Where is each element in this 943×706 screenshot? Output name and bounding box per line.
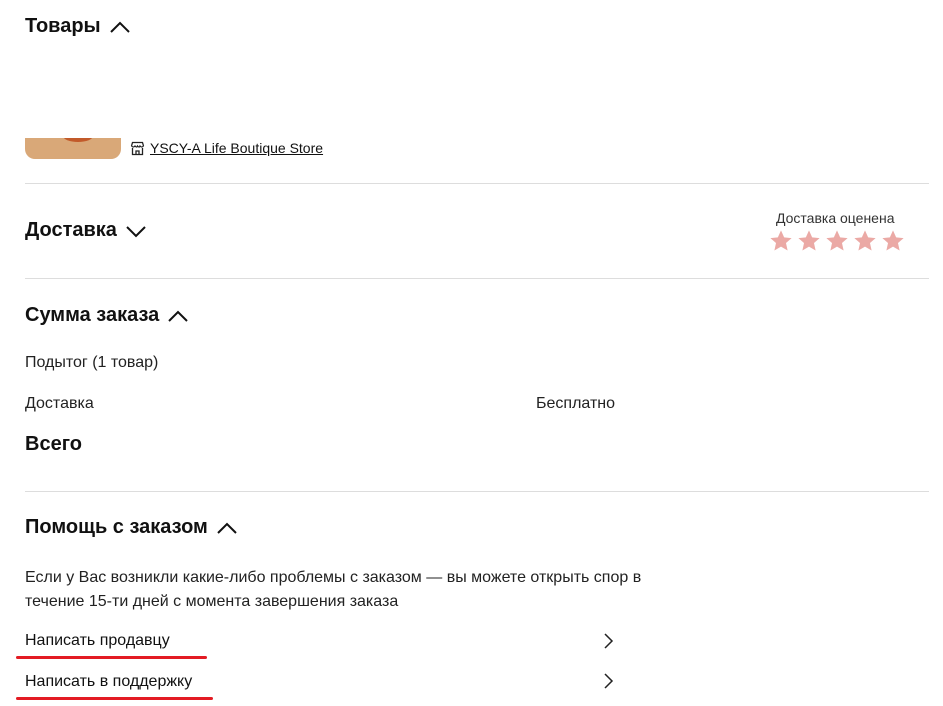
chevron-up-icon[interactable] — [109, 20, 131, 34]
help-section-header[interactable]: Помощь с заказом — [25, 516, 238, 539]
total-label: Всего — [25, 433, 82, 455]
star-icon[interactable] — [852, 228, 878, 254]
chevron-up-icon[interactable] — [167, 309, 189, 323]
shipping-label: Доставка — [25, 395, 94, 412]
product-thumbnail[interactable] — [25, 138, 121, 159]
subtotal-label: Подытог (1 товар) — [25, 354, 159, 371]
highlight-underline — [16, 697, 213, 700]
help-section-title: Помощь с заказом — [25, 516, 208, 538]
divider — [25, 491, 929, 492]
contact-seller-link[interactable]: Написать продавцу — [25, 632, 170, 650]
store-link[interactable]: YSCY-A Life Boutique Store — [150, 140, 323, 156]
chevron-down-icon[interactable] — [125, 224, 147, 238]
chevron-up-icon[interactable] — [216, 521, 238, 535]
star-icon[interactable] — [768, 228, 794, 254]
chevron-right-icon[interactable] — [602, 633, 614, 649]
delivery-rating-stars — [768, 228, 908, 254]
order-sum-section-header[interactable]: Сумма заказа — [25, 304, 189, 327]
delivery-rating-label: Доставка оценена — [776, 210, 895, 226]
delivery-section-header[interactable]: Доставка — [25, 219, 147, 242]
star-icon[interactable] — [880, 228, 906, 254]
store-icon — [130, 141, 145, 156]
divider — [25, 278, 929, 279]
store-row: YSCY-A Life Boutique Store — [130, 140, 323, 156]
delivery-section-title: Доставка — [25, 219, 117, 241]
shipping-value: Бесплатно — [536, 395, 616, 412]
products-section-title: Товары — [25, 15, 101, 37]
order-sum-section-title: Сумма заказа — [25, 304, 160, 326]
contact-support-link[interactable]: Написать в поддержку — [25, 673, 192, 691]
help-description: Если у Вас возникли какие-либо проблемы … — [25, 569, 642, 610]
products-section-header[interactable]: Товары — [25, 15, 131, 38]
chevron-right-icon[interactable] — [602, 673, 614, 689]
star-icon[interactable] — [796, 228, 822, 254]
star-icon[interactable] — [824, 228, 850, 254]
divider — [25, 183, 929, 184]
highlight-underline — [16, 656, 207, 659]
